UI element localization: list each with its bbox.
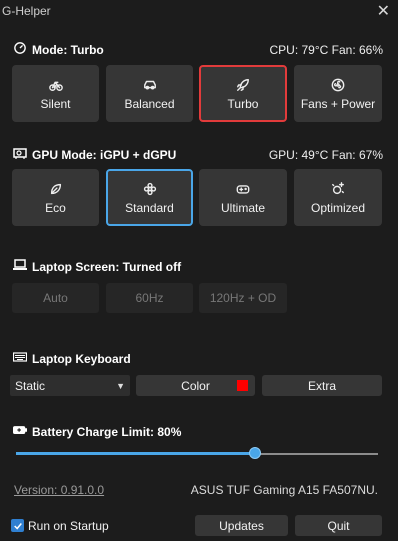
keyboard-color-button[interactable]: Color [136, 375, 255, 396]
mode-balanced-button[interactable]: Balanced [106, 65, 193, 122]
laptop-icon [13, 259, 27, 274]
battery-slider-fill [16, 452, 255, 455]
battery-title: Battery Charge Limit: 80% [32, 424, 182, 439]
gpu-eco-label: Eco [45, 200, 66, 215]
screen-title: Laptop Screen: Turned off [32, 259, 182, 274]
mode-silent-button[interactable]: Silent [12, 65, 99, 122]
gpu-ultimate-label: Ultimate [220, 200, 265, 215]
battery-icon [13, 424, 27, 439]
mode-balanced-label: Balanced [124, 96, 175, 111]
screen-60hz-button[interactable]: 60Hz [106, 283, 193, 313]
keyboard-color-label: Color [181, 378, 210, 393]
keyboard-extra-button[interactable]: Extra [262, 375, 382, 396]
keyboard-header: Laptop Keyboard [12, 351, 131, 366]
fan-icon [331, 77, 345, 93]
gpu-eco-button[interactable]: Eco [12, 169, 99, 226]
rocket-icon [236, 77, 250, 93]
keyboard-icon [12, 351, 28, 366]
mode-turbo-label: Turbo [227, 96, 259, 111]
car-icon [143, 77, 157, 93]
gpu-optimized-label: Optimized [310, 200, 366, 215]
keyboard-mode-select[interactable]: Static ▼ [10, 375, 130, 396]
checkmark-icon [13, 522, 22, 530]
chevron-down-icon: ▼ [116, 380, 125, 391]
color-swatch [237, 380, 248, 391]
keyboard-mode-value: Static [15, 378, 46, 393]
gpu-ultimate-button[interactable]: Ultimate [199, 169, 287, 226]
cpu-status: CPU: 79°C Fan: 66% [269, 43, 383, 57]
updates-button[interactable]: Updates [195, 515, 288, 536]
gpu-card-icon [13, 147, 27, 162]
mode-fans-power-label: Fans + Power [300, 96, 376, 111]
window-title: G-Helper [2, 4, 51, 18]
mode-silent-label: Silent [40, 96, 71, 111]
run-on-startup-label[interactable]: Run on Startup [28, 519, 109, 533]
gamepad-icon [236, 181, 250, 197]
gpu-standard-label: Standard [125, 200, 174, 215]
gpu-header: GPU Mode: iGPU + dGPU [13, 147, 176, 162]
gpu-title: GPU Mode: iGPU + dGPU [32, 147, 177, 162]
close-button[interactable]: ✕ [377, 1, 390, 21]
screen-120hz-od-button[interactable]: 120Hz + OD [199, 283, 287, 313]
gpu-standard-button[interactable]: Standard [106, 169, 193, 226]
gpu-optimized-button[interactable]: Optimized [294, 169, 382, 226]
run-on-startup-checkbox[interactable] [11, 519, 24, 532]
version-link[interactable]: Version: 0.91.0.0 [14, 483, 104, 497]
gpu-status: GPU: 49°C Fan: 67% [268, 148, 383, 162]
screen-header: Laptop Screen: Turned off [13, 259, 181, 274]
mode-turbo-button[interactable]: Turbo [199, 65, 287, 122]
mode-header: Mode: Turbo [13, 42, 104, 57]
bicycle-icon [48, 77, 63, 93]
keyboard-title: Laptop Keyboard [32, 351, 131, 366]
flower-icon [143, 181, 157, 197]
mode-title: Mode: Turbo [32, 42, 104, 57]
screen-auto-button[interactable]: Auto [12, 283, 99, 313]
quit-button[interactable]: Quit [295, 515, 382, 536]
gauge-icon [13, 42, 27, 57]
model-name: ASUS TUF Gaming A15 FA507NU. [190, 483, 378, 497]
mode-fans-power-button[interactable]: Fans + Power [294, 65, 382, 122]
sparkle-icon [331, 181, 345, 197]
leaf-icon [49, 181, 63, 197]
battery-slider-thumb[interactable] [248, 447, 261, 459]
battery-header: Battery Charge Limit: 80% [13, 424, 181, 439]
